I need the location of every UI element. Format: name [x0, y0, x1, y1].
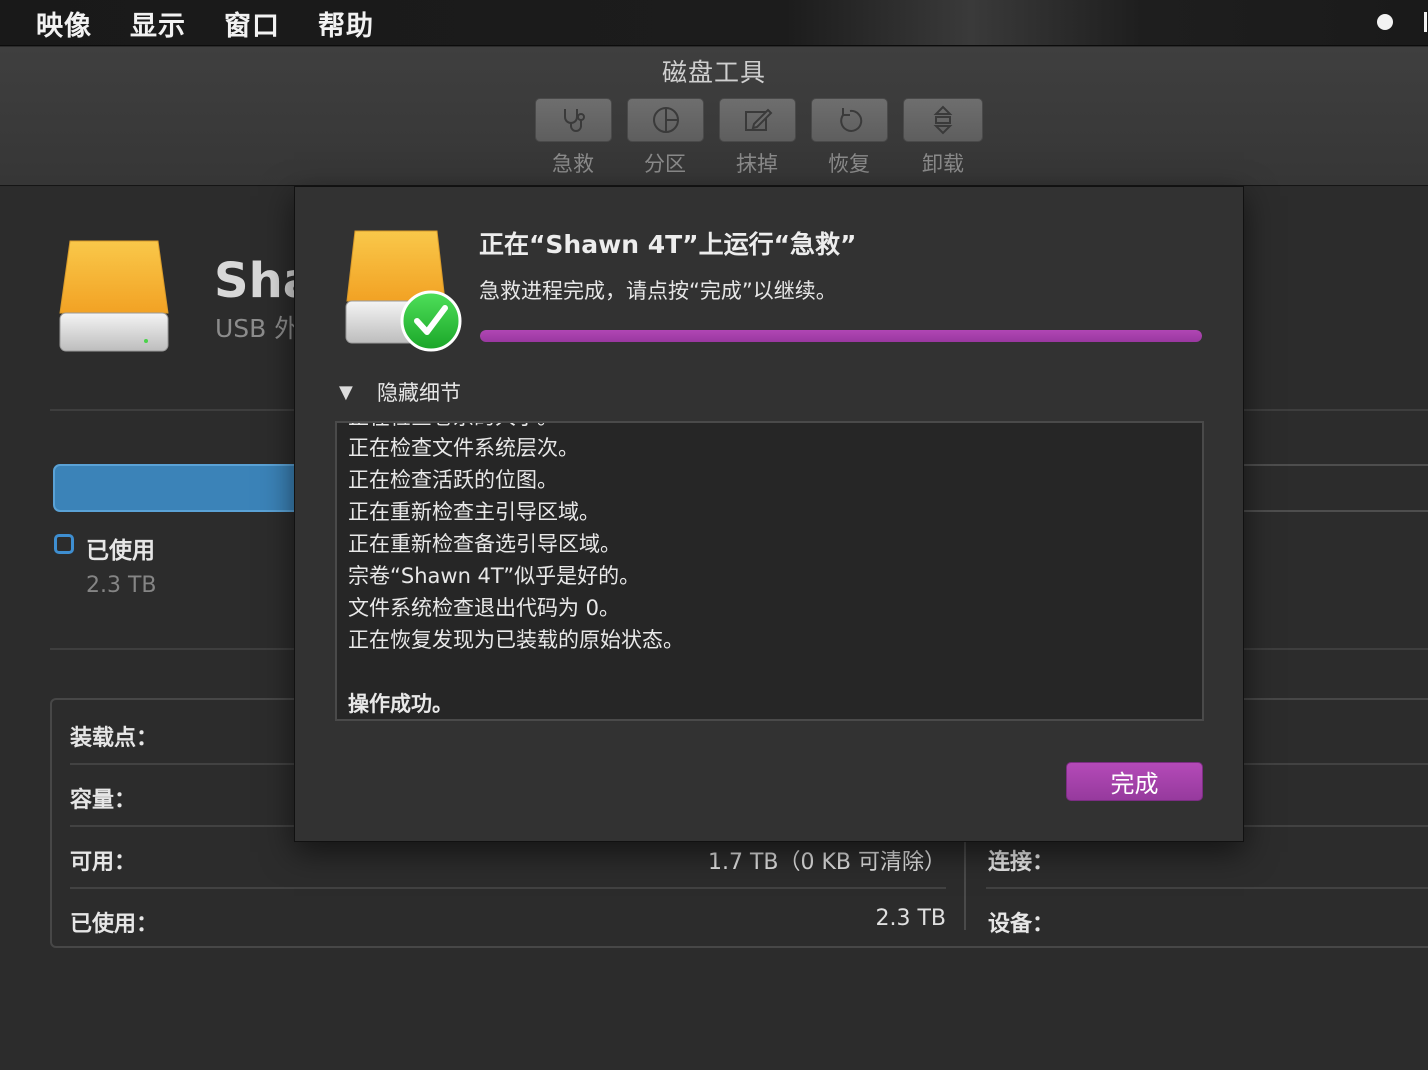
log-line: 文件系统检查退出代码为 0。: [348, 596, 621, 620]
menu-bar: 映像 显示 窗口 帮助: [0, 0, 1428, 46]
divider: [1244, 409, 1428, 411]
row-divider: [1244, 763, 1428, 765]
row-divider: [70, 763, 310, 765]
divider: [50, 648, 300, 650]
erase-label: 抹掉: [736, 152, 778, 176]
partition-button[interactable]: [627, 98, 704, 142]
unmount-button[interactable]: [903, 98, 983, 142]
used-label: 已使用：: [70, 912, 159, 937]
divider: [1244, 648, 1428, 650]
erase-pencil-icon: [744, 108, 772, 131]
row-divider: [986, 887, 1428, 889]
done-button[interactable]: 完成: [1066, 762, 1203, 801]
column-divider: [964, 842, 966, 930]
usage-bar-remaining: [1230, 464, 1428, 512]
device-label: 设备：: [988, 912, 1055, 937]
erase-button[interactable]: [719, 98, 796, 142]
hide-details-label[interactable]: 隐藏细节: [377, 377, 461, 407]
first-aid-button[interactable]: [535, 98, 612, 142]
log-line: 正在重新检查备选引导区域。: [348, 532, 621, 556]
external-drive-icon[interactable]: [58, 237, 170, 357]
menu-image[interactable]: 映像: [36, 4, 92, 43]
pie-partition-icon: [652, 107, 679, 133]
menu-view[interactable]: 显示: [130, 4, 186, 43]
restore-arrow-icon: [839, 108, 862, 132]
mount-point-label: 装载点：: [70, 726, 159, 751]
stethoscope-icon: [563, 109, 585, 132]
window-title: 磁盘工具: [661, 58, 766, 87]
available-label: 可用：: [70, 850, 137, 875]
row-divider: [1244, 825, 1428, 827]
status-item-icon[interactable]: [1424, 12, 1427, 32]
used-value: 2.3 TB: [875, 906, 946, 931]
drive-with-checkmark-icon: [345, 230, 462, 352]
log-line-success: 操作成功。: [348, 692, 453, 716]
disk-subtitle: USB 外: [215, 314, 300, 343]
unmount-label: 卸载: [922, 152, 964, 176]
row-divider: [70, 887, 946, 889]
used-legend-label: 已使用: [86, 538, 155, 564]
hide-details-toggle[interactable]: ▼ 隐藏细节: [339, 377, 461, 407]
dialog-title: 正在“Shawn 4T”上运行“急救”: [479, 230, 857, 259]
log-line-clipped: 正在检查卷宗的大小。: [348, 423, 558, 431]
first-aid-dialog: 正在“Shawn 4T”上运行“急救” 急救进程完成，请点按“完成”以继续。 ▼…: [294, 186, 1244, 842]
connection-label: 连接：: [988, 850, 1055, 875]
divider: [50, 409, 300, 411]
log-line: 宗卷“Shawn 4T”似乎是好的。: [348, 564, 641, 588]
progress-fill: [480, 330, 1202, 342]
menu-help[interactable]: 帮助: [318, 4, 374, 43]
details-log[interactable]: 正在检查卷宗的大小。 正在检查文件系统层次。 正在检查活跃的位图。 正在重新检查…: [335, 421, 1204, 721]
log-line: 正在重新检查主引导区域。: [348, 500, 600, 524]
log-line: 正在恢复发现为已装载的原始状态。: [348, 628, 684, 652]
capacity-label: 容量：: [70, 788, 137, 813]
restore-label: 恢复: [828, 152, 870, 176]
restore-button[interactable]: [811, 98, 888, 142]
partition-label: 分区: [644, 152, 686, 176]
disclosure-triangle-icon[interactable]: ▼: [339, 382, 369, 403]
available-value: 1.7 TB（0 KB 可清除）: [707, 850, 946, 875]
progress-bar: [480, 330, 1202, 342]
used-legend-value: 2.3 TB: [86, 573, 157, 598]
unmount-icon: [933, 105, 953, 135]
dialog-message: 急救进程完成，请点按“完成”以继续。: [479, 279, 837, 303]
usage-bar: [53, 464, 313, 512]
status-dot-icon[interactable]: [1377, 14, 1393, 30]
log-line: 正在检查文件系统层次。: [348, 436, 579, 460]
log-line: 正在检查活跃的位图。: [348, 468, 558, 492]
menu-window[interactable]: 窗口: [224, 4, 280, 43]
used-legend-swatch: [54, 534, 74, 554]
first-aid-label: 急救: [552, 152, 594, 176]
toolbar: 磁盘工具 急救 分区 抹掉 恢复 卸载: [0, 47, 1428, 186]
